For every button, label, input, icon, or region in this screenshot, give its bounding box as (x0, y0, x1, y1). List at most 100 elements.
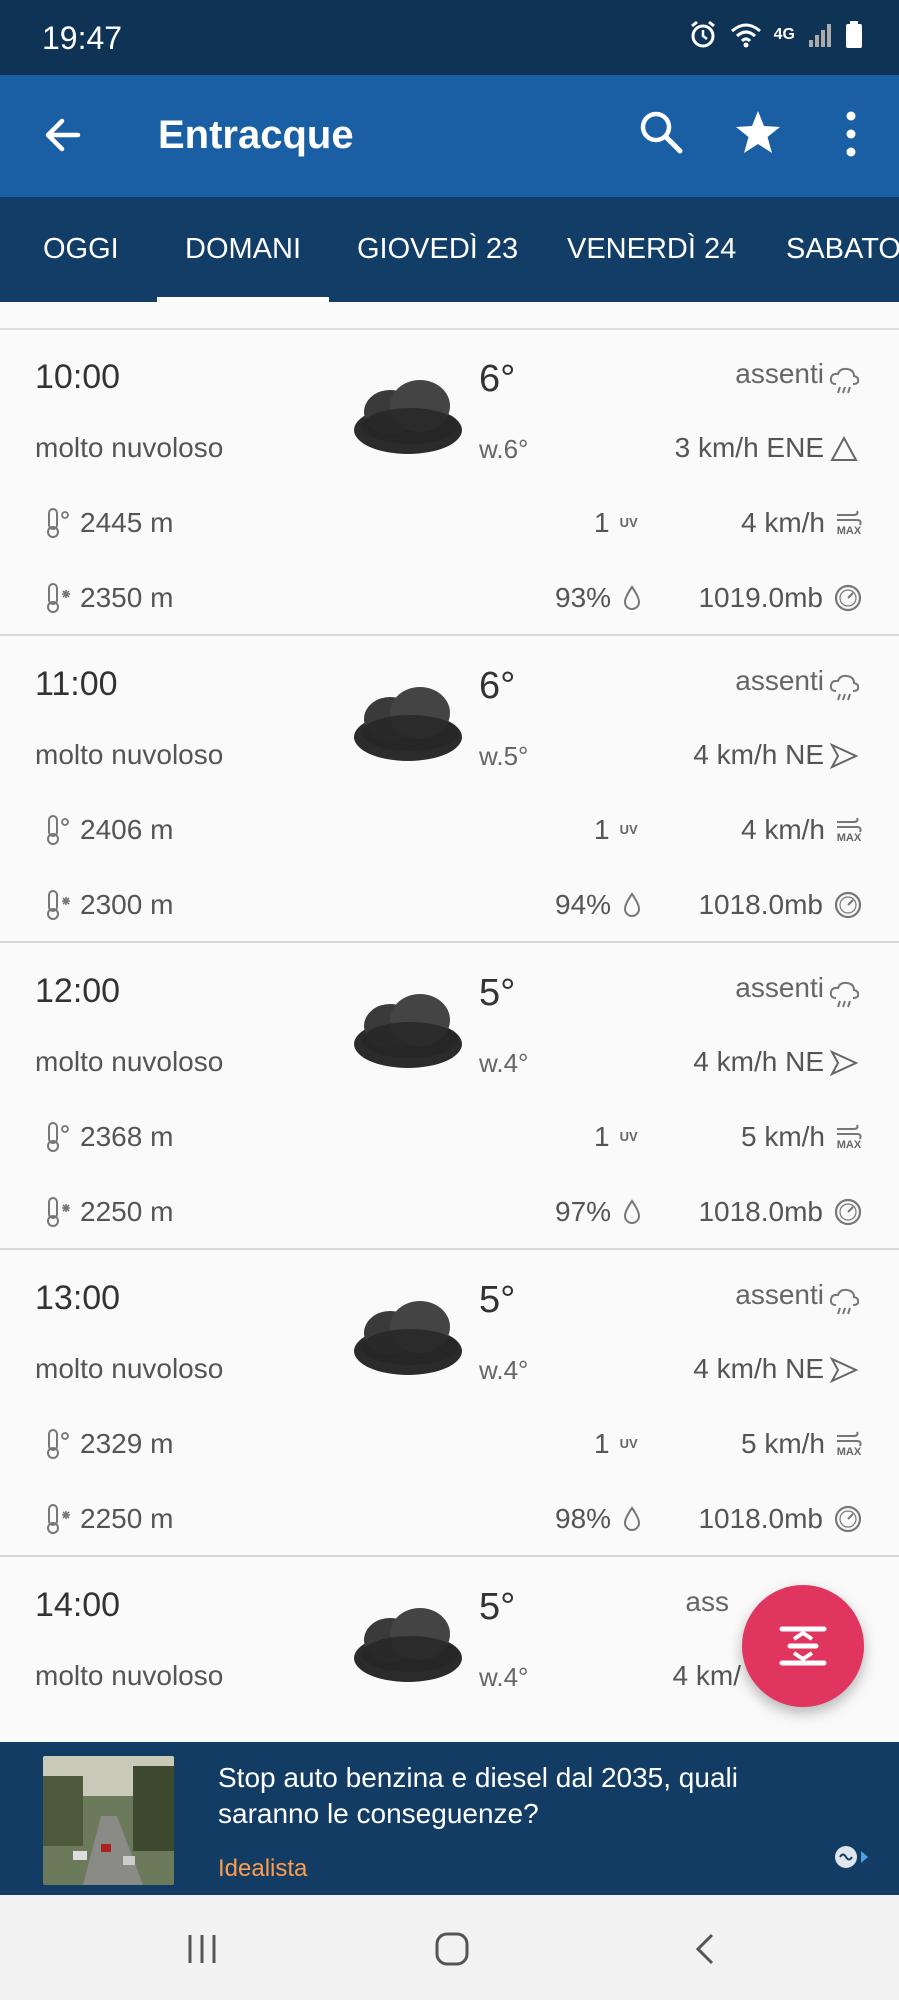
hour-row-1100[interactable]: 11:00 molto nuvoloso 6° w.5° assenti 4 k… (0, 637, 899, 943)
uv-icon: UV (619, 1436, 638, 1451)
hour-row-1200[interactable]: 12:00 molto nuvoloso 5° w.4° assenti 4 k… (0, 944, 899, 1250)
pressure-value: 1019.0mb (698, 582, 823, 613)
uv-icon: UV (619, 515, 638, 530)
ad-thumbnail-image (43, 1756, 174, 1885)
tab-domani[interactable]: DOMANI (185, 233, 301, 266)
hour-row-1000[interactable]: 10:00 molto nuvoloso 6° w.6° assenti 3 k… (0, 330, 899, 636)
recent-apps-icon[interactable] (180, 1927, 224, 1971)
wind-direction-icon (829, 1049, 859, 1077)
humidity-value: 98% (555, 1503, 612, 1534)
humidity: 94% (555, 887, 643, 923)
snow-level: 2250 m (42, 1501, 173, 1537)
more-options-icon[interactable] (836, 107, 866, 161)
network-4g-icon: 4G (773, 26, 795, 43)
droplet-icon (624, 1506, 641, 1531)
freezing-level-value: 2329 m (80, 1428, 174, 1459)
thermometer-icon (47, 815, 69, 845)
gust-value: 4 km/h (740, 507, 825, 538)
uv-value: 1 (594, 507, 610, 538)
humidity-value: 97% (555, 1196, 612, 1227)
temperature: 5° (479, 1279, 516, 1321)
windchill: w.4° (479, 1048, 529, 1078)
snow-level: 2350 m (42, 580, 173, 616)
ad-headline[interactable]: Stop auto benzina e diesel dal 2035, qua… (218, 1760, 818, 1832)
freezing-level: 2445 m (42, 505, 173, 541)
uv-icon: UV (619, 822, 638, 837)
temperature: 6° (479, 358, 516, 400)
hour-time: 14:00 (35, 1586, 121, 1624)
snow-level-value: 2300 m (80, 889, 174, 920)
tab-venerdi[interactable]: VENERDÌ 24 (567, 233, 736, 266)
status-bar: 19:47 4G (0, 0, 899, 75)
snow-level-value: 2350 m (80, 582, 174, 613)
wind-speed-direction: 3 km/h ENE (674, 432, 824, 463)
ad-banner[interactable]: Stop auto benzina e diesel dal 2035, qua… (0, 1742, 899, 1895)
thermometer-icon (47, 1122, 69, 1152)
precipitation: assenti (735, 1279, 824, 1310)
windchill: w.4° (479, 1355, 529, 1385)
snow-level-value: 2250 m (80, 1503, 174, 1534)
wind-gust: 4 km/h MAX (741, 812, 863, 848)
wind-gust: 5 km/h MAX (741, 1426, 863, 1462)
pressure: 1018.0mb (698, 1194, 863, 1230)
droplet-icon (624, 892, 641, 917)
hour-time: 10:00 (35, 358, 121, 396)
overcast-cloud-icon (354, 994, 462, 1068)
freezing-level-value: 2445 m (80, 507, 174, 538)
wind-gust: 4 km/h MAX (741, 505, 863, 541)
humidity: 97% (555, 1194, 643, 1230)
tab-sabato[interactable]: SABATO (786, 233, 899, 266)
temperature: 6° (479, 665, 516, 707)
uv-index: 1 UV (594, 505, 638, 541)
weather-description: molto nuvoloso (35, 1660, 224, 1691)
temperature: 5° (479, 972, 516, 1014)
gust-icon: MAX (835, 817, 863, 844)
wifi-icon (730, 23, 761, 48)
favorite-star-icon[interactable] (732, 107, 784, 159)
precipitation: ass (685, 1586, 729, 1617)
precipitation: assenti (735, 358, 824, 389)
overcast-cloud-icon (354, 380, 462, 454)
freezing-level-value: 2406 m (80, 814, 174, 845)
wind-direction-icon (829, 742, 859, 770)
adchoices-icon[interactable] (832, 1842, 872, 1872)
tab-giovedi[interactable]: GIOVEDÌ 23 (357, 233, 518, 266)
uv-icon: UV (619, 1129, 638, 1144)
wind-speed-direction: 4 km/ (672, 1660, 741, 1691)
location-title: Entracque (158, 113, 354, 157)
wind-direction-icon (829, 1356, 859, 1384)
search-icon[interactable] (636, 107, 686, 157)
overcast-cloud-icon (354, 687, 462, 761)
back-arrow-icon[interactable] (38, 105, 88, 165)
wind-gust: 5 km/h MAX (741, 1119, 863, 1155)
gust-value: 5 km/h (740, 1428, 825, 1459)
pressure: 1018.0mb (698, 887, 863, 923)
app-bar: Entracque (0, 75, 899, 197)
hour-time: 12:00 (35, 972, 121, 1010)
home-icon[interactable] (430, 1927, 474, 1971)
snow-level-value: 2250 m (80, 1196, 174, 1227)
ad-source[interactable]: Idealista (218, 1855, 307, 1883)
uv-index: 1 UV (594, 1426, 638, 1462)
rain-cloud-icon (829, 367, 860, 394)
collapse-icon (779, 1626, 827, 1666)
collapse-fab-button[interactable] (742, 1585, 864, 1707)
freezing-level-value: 2368 m (80, 1121, 174, 1152)
pressure-value: 1018.0mb (698, 889, 823, 920)
rain-cloud-icon (829, 1288, 860, 1315)
uv-value: 1 (594, 1121, 610, 1152)
humidity: 93% (555, 580, 643, 616)
hourly-forecast-list[interactable]: 10:00 molto nuvoloso 6° w.6° assenti 3 k… (0, 302, 899, 1742)
back-nav-icon[interactable] (684, 1927, 728, 1971)
humidity: 98% (555, 1501, 643, 1537)
thermometer-snow-icon (47, 1504, 70, 1534)
tab-oggi[interactable]: OGGI (43, 233, 119, 266)
thermometer-snow-icon (47, 1197, 70, 1227)
hour-row-1300[interactable]: 13:00 molto nuvoloso 5° w.4° assenti 4 k… (0, 1251, 899, 1557)
barometer-icon (834, 584, 862, 612)
overcast-cloud-icon (354, 1608, 462, 1682)
windchill: w.5° (479, 741, 529, 771)
freezing-level: 2368 m (42, 1119, 173, 1155)
day-tabs: OGGI DOMANI GIOVEDÌ 23 VENERDÌ 24 SABATO (0, 197, 899, 302)
rain-cloud-icon (829, 674, 860, 701)
